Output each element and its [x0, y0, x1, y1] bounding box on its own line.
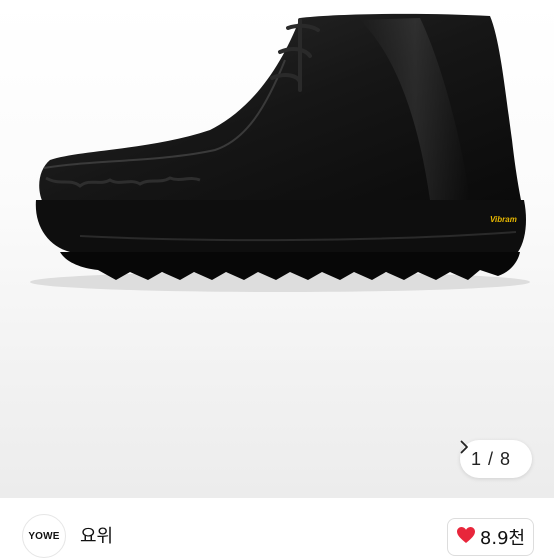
vibram-logo: Vibram	[490, 215, 517, 224]
store-logo-text: YOWE	[28, 530, 60, 542]
image-page-counter[interactable]: 1 / 8	[460, 440, 532, 478]
boot-midsole	[35, 200, 527, 252]
store-name[interactable]: 요위	[80, 522, 113, 548]
product-photo: Vibram	[30, 13, 530, 292]
product-image-carousel[interactable]: Vibram 1 / 8	[0, 0, 554, 498]
like-count: 8.9천	[479, 528, 526, 549]
store-avatar[interactable]: YOWE	[22, 514, 66, 558]
like-button[interactable]: 8.9천	[447, 518, 534, 556]
heart-icon	[456, 526, 476, 548]
page-indicator: 1 / 8	[470, 448, 512, 469]
